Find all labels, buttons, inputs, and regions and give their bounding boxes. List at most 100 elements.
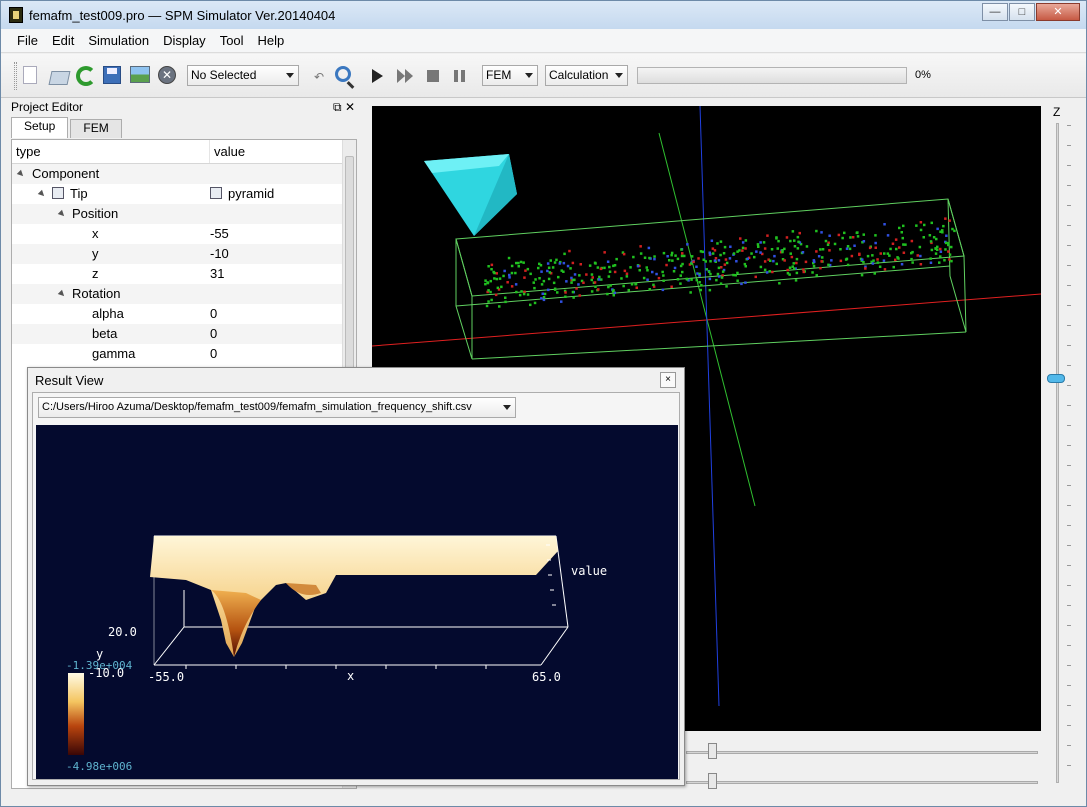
y-top-label: 20.0 [108, 625, 137, 639]
particle [683, 254, 686, 258]
editor-tabs: Setup FEM [11, 117, 124, 139]
particle [846, 263, 850, 267]
selection-combo[interactable]: No Selected [187, 65, 299, 86]
close-dock-icon[interactable]: ✕ [345, 100, 355, 114]
expand-arrow-icon[interactable] [57, 209, 67, 219]
menu-file[interactable]: File [10, 33, 45, 48]
new-file-icon[interactable] [23, 66, 37, 84]
pause-icon[interactable] [454, 70, 465, 82]
particle [565, 280, 568, 283]
row-value[interactable]: 0 [210, 344, 356, 364]
particle [876, 258, 879, 261]
tree-row[interactable]: Position [12, 204, 356, 224]
row-value[interactable]: 0 [210, 304, 356, 324]
particle [571, 261, 575, 265]
save-icon[interactable] [103, 66, 121, 84]
particle [950, 259, 953, 263]
tree-row[interactable]: Rotation [12, 284, 356, 304]
particle [556, 291, 559, 294]
result-file-combo[interactable]: C:/Users/Hiroo Azuma/Desktop/femafm_test… [38, 397, 516, 418]
row-value[interactable]: 31 [210, 264, 356, 284]
particle [655, 272, 658, 276]
calculation-combo[interactable]: Calculation [545, 65, 628, 86]
scrollbar-thumb[interactable] [345, 156, 354, 376]
x-slider[interactable] [686, 743, 1038, 759]
particle [571, 290, 575, 294]
toolbar-grip[interactable] [14, 62, 17, 90]
close-project-icon[interactable]: ✕ [158, 66, 176, 84]
progress-label: 0% [915, 69, 931, 81]
particle [490, 263, 494, 267]
menu-help[interactable]: Help [251, 33, 292, 48]
menu-tool[interactable]: Tool [213, 33, 251, 48]
tree-row[interactable]: gamma 0 [12, 344, 356, 364]
tab-setup[interactable]: Setup [11, 117, 69, 138]
particle [526, 267, 530, 271]
particle [690, 278, 693, 281]
menu-display[interactable]: Display [156, 33, 213, 48]
export-image-icon[interactable] [130, 66, 150, 83]
particle [510, 285, 514, 288]
menu-edit[interactable]: Edit [45, 33, 81, 48]
close-icon[interactable]: × [660, 372, 676, 388]
menu-simulation[interactable]: Simulation [81, 33, 156, 48]
z-slider[interactable] [1047, 123, 1073, 788]
surface-plot[interactable]: value x y -55.0 65.0 20.0 -10.0 -1.39e+0… [36, 425, 678, 779]
reload-icon[interactable] [76, 66, 96, 86]
play-icon[interactable] [372, 69, 383, 83]
particle [627, 288, 630, 292]
particle [795, 271, 799, 275]
tree-row[interactable]: y -10 [12, 244, 356, 264]
open-folder-icon[interactable] [49, 66, 69, 86]
particle [665, 263, 668, 267]
tree-row[interactable]: z 31 [12, 264, 356, 284]
particle [558, 262, 562, 265]
particle [523, 276, 526, 279]
expand-arrow-icon[interactable] [16, 169, 26, 179]
float-icon[interactable]: ⧉ [333, 100, 342, 114]
z-slider-handle[interactable] [1047, 374, 1065, 383]
undo-icon[interactable]: ↶ [314, 70, 324, 84]
particle [729, 245, 732, 248]
tab-fem[interactable]: FEM [70, 119, 122, 138]
y-slider-handle[interactable] [708, 773, 717, 789]
close-window-button[interactable]: ✕ [1036, 3, 1080, 21]
column-type[interactable]: type [12, 140, 210, 163]
particle [942, 224, 945, 228]
row-value[interactable]: -10 [210, 244, 356, 264]
tree-row[interactable]: x -55 [12, 224, 356, 244]
particle [708, 270, 711, 273]
x-axis-label: x [347, 669, 354, 683]
stop-icon[interactable] [427, 70, 439, 82]
particle [708, 288, 712, 292]
row-value[interactable]: 0 [210, 324, 356, 344]
particle [889, 247, 892, 251]
expand-arrow-icon[interactable] [57, 289, 67, 299]
tree-row[interactable]: Component [12, 164, 356, 184]
particle [944, 248, 947, 251]
fast-forward-icon[interactable] [397, 69, 415, 83]
maximize-button[interactable]: □ [1009, 3, 1035, 21]
particle [570, 276, 573, 280]
particle [744, 247, 747, 250]
expand-arrow-icon[interactable] [37, 189, 47, 199]
row-value[interactable]: -55 [210, 224, 356, 244]
particle [798, 231, 801, 235]
y-slider[interactable] [686, 773, 1038, 789]
particle [723, 263, 727, 266]
particle [817, 255, 821, 258]
slider-tick [1067, 585, 1071, 586]
particle [489, 290, 492, 294]
minimize-button[interactable]: — [982, 3, 1008, 21]
particle [915, 224, 918, 227]
tree-row[interactable]: Tip pyramid [12, 184, 356, 204]
particle [776, 247, 779, 250]
mode-combo[interactable]: FEM [482, 65, 538, 86]
x-slider-handle[interactable] [708, 743, 717, 759]
tree-row[interactable]: beta 0 [12, 324, 356, 344]
tree-row[interactable]: alpha 0 [12, 304, 356, 324]
column-value[interactable]: value [210, 140, 245, 163]
particle [698, 274, 701, 277]
zoom-icon[interactable] [335, 66, 351, 82]
particle [575, 287, 578, 290]
